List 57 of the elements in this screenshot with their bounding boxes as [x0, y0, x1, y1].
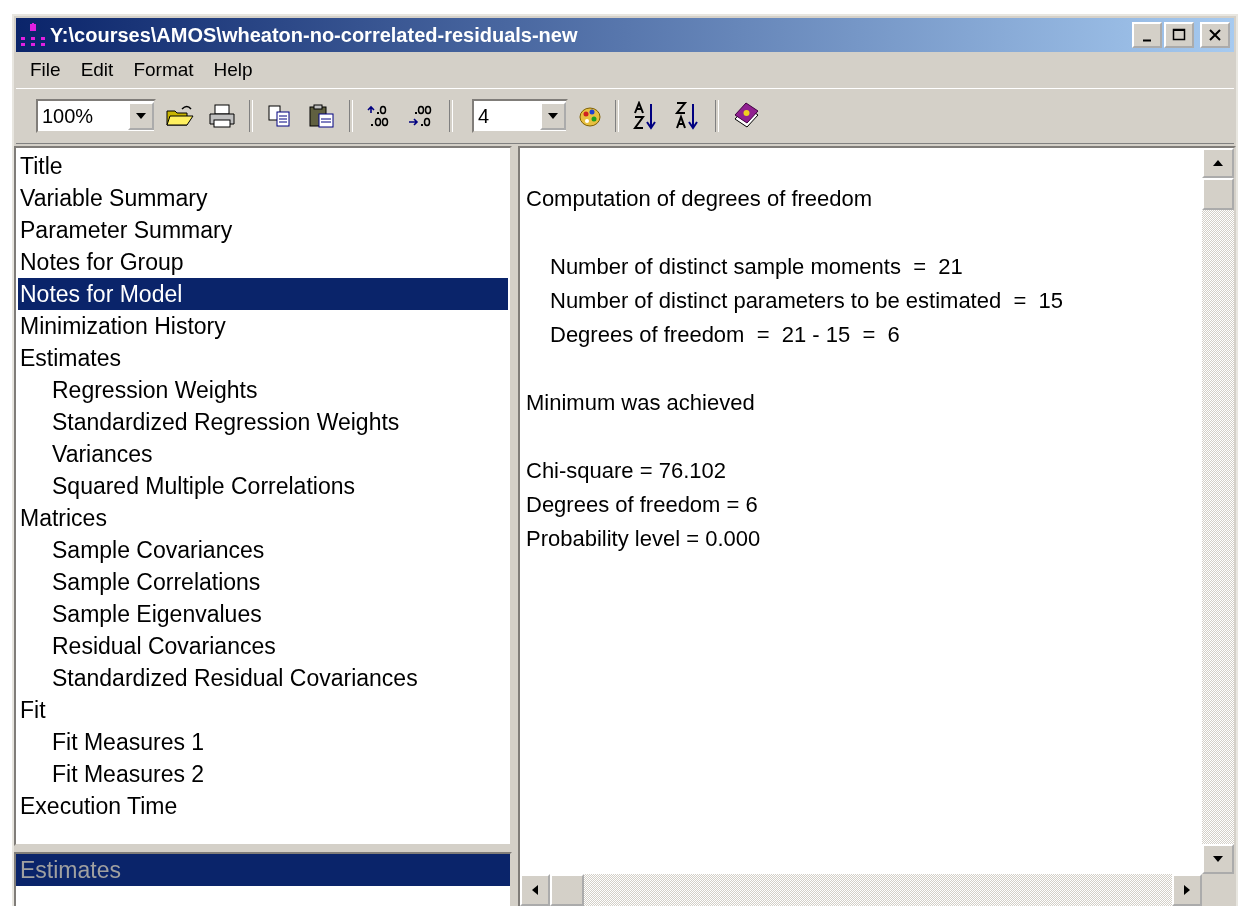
tree-item[interactable]: Residual Covariances: [18, 630, 508, 662]
clipboard-icon: [307, 103, 337, 129]
scroll-thumb[interactable]: [550, 874, 584, 906]
horizontal-scrollbar[interactable]: [520, 874, 1202, 906]
tree-item[interactable]: Fit Measures 2: [18, 758, 508, 790]
tree-item[interactable]: Minimization History: [18, 310, 508, 342]
output-line: Computation of degrees of freedom: [526, 185, 874, 213]
tree-item[interactable]: Squared Multiple Correlations: [18, 470, 508, 502]
output-line: Degrees of freedom = 6: [526, 491, 759, 519]
tree-item[interactable]: Notes for Group: [18, 246, 508, 278]
tree-item[interactable]: Execution Time: [18, 790, 508, 822]
right-arrow-icon: [1183, 884, 1191, 896]
output-line: Number of distinct parameters to be estimated = 15: [550, 287, 1064, 315]
left-arrow-icon: [531, 884, 539, 896]
tree-item[interactable]: Fit: [18, 694, 508, 726]
tree-item[interactable]: Notes for Model: [18, 278, 508, 310]
app-icon: [20, 23, 46, 47]
tree-item[interactable]: Variable Summary: [18, 182, 508, 214]
down-arrow-icon: [1212, 855, 1224, 863]
output-line: Degrees of freedom = 21 - 15 = 6: [550, 321, 901, 349]
tree-item[interactable]: Fit Measures 1: [18, 726, 508, 758]
menu-item[interactable]: Help: [205, 57, 261, 83]
tree-item[interactable]: Standardized Regression Weights: [18, 406, 508, 438]
tree-item[interactable]: Sample Correlations: [18, 566, 508, 598]
output-line: Probability level = 0.000: [526, 525, 762, 553]
tree-item[interactable]: Standardized Residual Covariances: [18, 662, 508, 694]
maximize-button[interactable]: [1164, 22, 1194, 48]
caret-icon: [135, 112, 147, 120]
close-icon: [1208, 28, 1222, 42]
caret-icon: [547, 112, 559, 120]
menu-item[interactable]: File: [22, 57, 69, 83]
minimize-button[interactable]: [1132, 22, 1162, 48]
up-arrow-icon: [1212, 159, 1224, 167]
menu-item[interactable]: Edit: [72, 57, 122, 83]
vertical-scrollbar[interactable]: [1202, 148, 1234, 874]
tree-item[interactable]: Variances: [18, 438, 508, 470]
zoom-dropdown[interactable]: 100%: [36, 99, 156, 133]
tree-item[interactable]: Sample Eigenvalues: [18, 598, 508, 630]
folder-icon: [165, 103, 195, 129]
tree-item[interactable]: Title: [18, 150, 508, 182]
minimize-icon: [1143, 38, 1151, 42]
close-button[interactable]: [1200, 22, 1230, 48]
tree-item[interactable]: Matrices: [18, 502, 508, 534]
output-line: Minimum was achieved: [526, 389, 756, 417]
tree-item[interactable]: Estimates: [18, 342, 508, 374]
list-item[interactable]: Estimates: [16, 854, 510, 886]
tree-item[interactable]: Regression Weights: [18, 374, 508, 406]
maximize-icon: [1172, 28, 1186, 42]
output-line: Number of distinct sample moments = 21: [550, 253, 964, 281]
printer-icon: [207, 103, 237, 129]
menu-item[interactable]: Format: [125, 57, 202, 83]
window-title: Y:\courses\AMOS\wheaton-no-correlated-residuals-new: [50, 23, 579, 47]
decimals-dropdown[interactable]: 4: [472, 99, 568, 133]
output-line: Chi-square = 76.102: [526, 457, 727, 485]
scroll-thumb[interactable]: [1202, 178, 1234, 210]
tree-item[interactable]: Sample Covariances: [18, 534, 508, 566]
tree-item[interactable]: Parameter Summary: [18, 214, 508, 246]
